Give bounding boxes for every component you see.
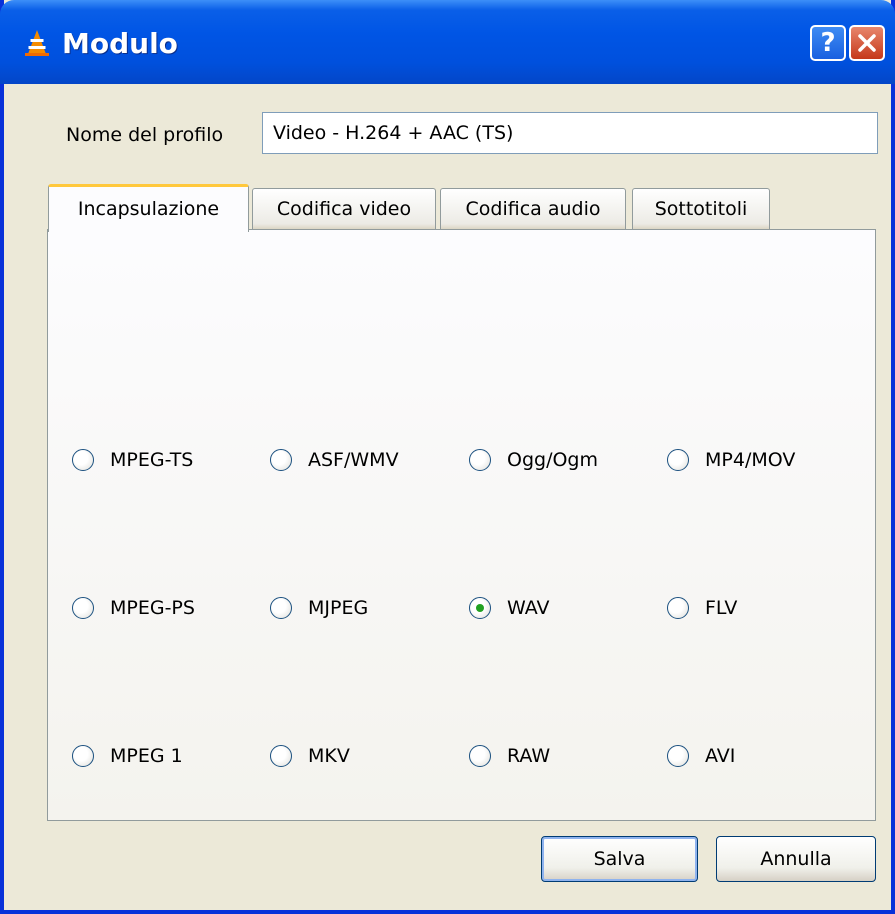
tab-incapsulazione[interactable]: Incapsulazione [48, 184, 249, 232]
radio-mpeg-ps[interactable]: MPEG-PS [72, 592, 195, 624]
radio-button[interactable] [270, 745, 292, 767]
help-button[interactable]: ? [810, 25, 846, 61]
dialog-body: Nome del profilo Video - H.264 + AAC (TS… [4, 84, 891, 910]
profile-name-input[interactable]: Video - H.264 + AAC (TS) [262, 112, 878, 154]
vlc-cone-icon [25, 30, 49, 56]
dialog-window: Modulo ? Nome del profilo Video - H.264 … [0, 0, 895, 914]
radio-label: Ogg/Ogm [507, 449, 599, 471]
tab-codifica-video[interactable]: Codifica video [252, 188, 436, 230]
radio-flv[interactable]: FLV [667, 592, 737, 624]
tab-sottotitoli[interactable]: Sottotitoli [632, 188, 770, 230]
help-icon: ? [820, 28, 836, 58]
tab-codifica-audio[interactable]: Codifica audio [440, 188, 626, 230]
radio-button[interactable] [270, 597, 292, 619]
profile-name-label: Nome del profilo [66, 124, 224, 146]
radio-label: MKV [308, 745, 350, 767]
radio-avi[interactable]: AVI [667, 740, 735, 772]
radio-label: ASF/WMV [308, 449, 399, 471]
cancel-button[interactable]: Annulla [716, 836, 876, 882]
radio-selected-dot [476, 604, 484, 612]
radio-label: MJPEG [308, 597, 369, 619]
encapsulation-panel: MPEG-TS ASF/WMV Ogg/Ogm MP4/MOV MPEG-PS [47, 229, 876, 821]
radio-asf-wmv[interactable]: ASF/WMV [270, 444, 399, 476]
radio-label: MPEG-TS [110, 449, 194, 471]
radio-button-selected[interactable] [469, 597, 491, 619]
close-icon [858, 34, 876, 52]
radio-button[interactable] [469, 745, 491, 767]
radio-label: RAW [507, 745, 551, 767]
radio-wav[interactable]: WAV [469, 592, 550, 624]
radio-mp4-mov[interactable]: MP4/MOV [667, 444, 795, 476]
radio-label: FLV [705, 597, 738, 619]
radio-button[interactable] [667, 449, 689, 471]
radio-button[interactable] [72, 597, 94, 619]
radio-label: MP4/MOV [705, 449, 796, 471]
radio-button[interactable] [72, 449, 94, 471]
radio-raw[interactable]: RAW [469, 740, 550, 772]
radio-mjpeg[interactable]: MJPEG [270, 592, 368, 624]
radio-label: MPEG 1 [110, 745, 183, 767]
radio-mkv[interactable]: MKV [270, 740, 350, 772]
radio-label: AVI [705, 745, 736, 767]
window-title: Modulo [62, 27, 178, 60]
radio-ogg-ogm[interactable]: Ogg/Ogm [469, 444, 598, 476]
radio-label: MPEG-PS [110, 597, 195, 619]
save-button[interactable]: Salva [541, 836, 698, 882]
radio-mpeg-1[interactable]: MPEG 1 [72, 740, 183, 772]
radio-button[interactable] [72, 745, 94, 767]
radio-mpeg-ts[interactable]: MPEG-TS [72, 444, 193, 476]
close-button[interactable] [849, 25, 885, 61]
radio-button[interactable] [667, 597, 689, 619]
title-bar[interactable]: Modulo ? [0, 0, 895, 84]
radio-label: WAV [507, 597, 550, 619]
radio-button[interactable] [270, 449, 292, 471]
radio-button[interactable] [469, 449, 491, 471]
radio-button[interactable] [667, 745, 689, 767]
